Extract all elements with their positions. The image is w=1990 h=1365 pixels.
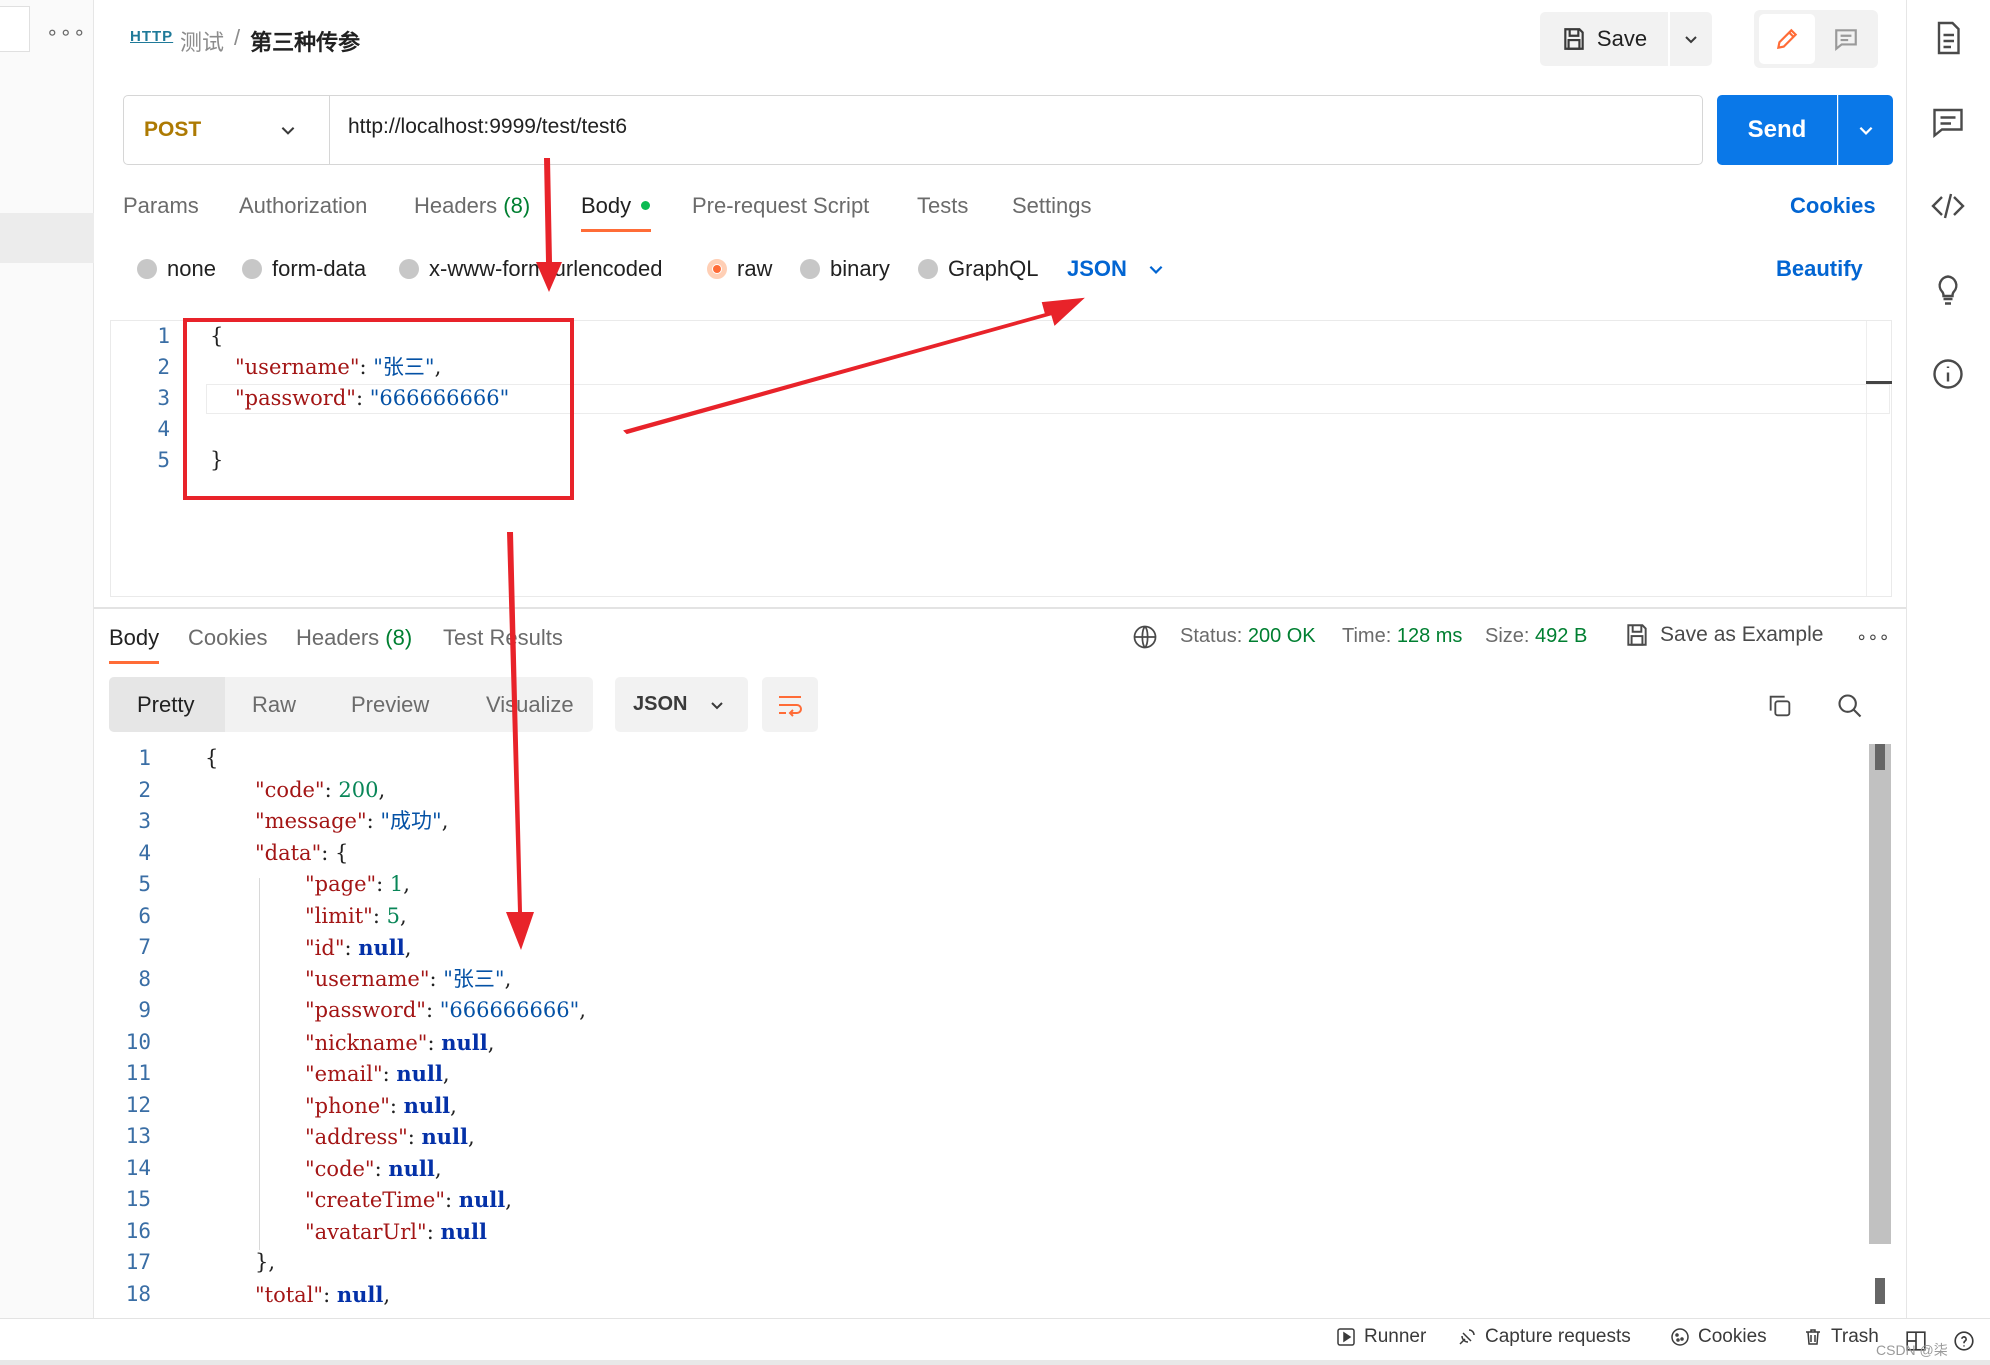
annotation-arrow-down-short (536, 158, 562, 292)
annotation-arrows (506, 158, 1085, 950)
annotation-arrow-diagonal (623, 297, 1085, 435)
annotation-arrow-down-long (506, 532, 534, 950)
